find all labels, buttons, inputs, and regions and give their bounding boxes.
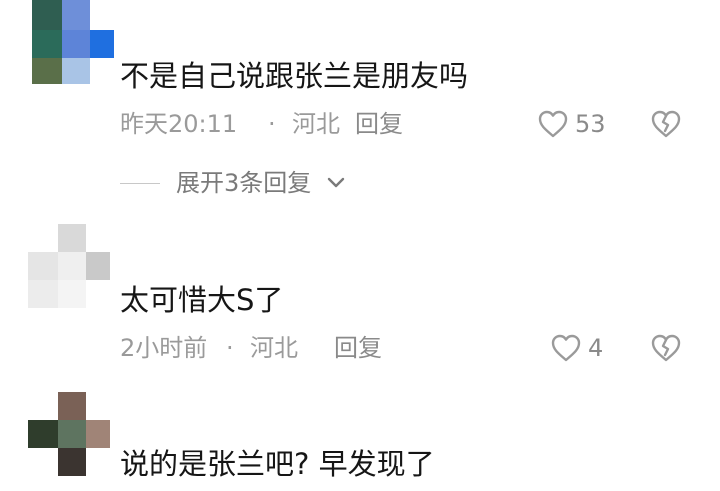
- like-count: 53: [575, 110, 606, 138]
- avatar-tile: [90, 0, 114, 30]
- avatar-tile: [62, 30, 90, 58]
- avatar-tile: [28, 252, 58, 280]
- avatar-tile: [32, 0, 62, 30]
- avatar-tile: [58, 280, 86, 308]
- avatar-tile: [28, 392, 58, 420]
- comment-location: 河北: [250, 334, 298, 362]
- avatar-tile: [86, 448, 110, 476]
- avatar-tile: [58, 420, 86, 448]
- avatar[interactable]: [32, 0, 114, 84]
- meta-separator: ·: [268, 110, 276, 138]
- like-count: 4: [588, 334, 604, 362]
- avatar-tile: [32, 30, 62, 58]
- avatar-tile: [62, 58, 90, 84]
- comment-location: 河北: [292, 110, 340, 138]
- avatar-tile: [86, 280, 110, 308]
- divider-line: [120, 183, 160, 184]
- dislike-button[interactable]: [650, 331, 684, 365]
- avatar-tile: [58, 392, 86, 420]
- heart-outline-icon: [551, 334, 581, 362]
- avatar-tile: [86, 392, 110, 420]
- avatar-tile: [32, 58, 62, 84]
- comment-text: 不是自己说跟张兰是朋友吗: [120, 59, 469, 93]
- avatar-tile: [28, 280, 58, 308]
- avatar-tile: [28, 224, 58, 252]
- comment-time: 2小时前: [120, 334, 208, 362]
- avatar-tile: [62, 0, 90, 30]
- comment-time: 昨天20:11: [120, 110, 238, 138]
- comment-meta: 昨天20:11 · 河北: [120, 107, 340, 141]
- avatar-tile: [86, 252, 110, 280]
- avatar[interactable]: [28, 224, 110, 308]
- chevron-down-icon: [327, 177, 345, 188]
- broken-heart-icon: [651, 110, 681, 138]
- comment-text: 说的是张兰吧? 早发现了: [120, 447, 435, 481]
- comment-meta: 2小时前 · 河北: [120, 331, 320, 365]
- comment-text: 太可惜大S了: [120, 283, 284, 317]
- avatar-tile: [58, 448, 86, 476]
- heart-outline-icon: [538, 110, 568, 138]
- avatar-tile: [86, 420, 110, 448]
- avatar-tile: [58, 224, 86, 252]
- dislike-button[interactable]: [650, 107, 684, 141]
- meta-separator: ·: [226, 334, 234, 362]
- expand-replies-label: 展开3条回复: [176, 169, 312, 197]
- avatar-tile: [90, 58, 114, 84]
- like-button[interactable]: 53: [537, 107, 617, 141]
- reply-button[interactable]: 回复: [334, 331, 382, 365]
- avatar-tile: [90, 30, 114, 58]
- broken-heart-icon: [651, 334, 681, 362]
- avatar-tile: [58, 252, 86, 280]
- like-button[interactable]: 4: [550, 331, 610, 365]
- avatar[interactable]: [28, 392, 110, 476]
- avatar-tile: [86, 224, 110, 252]
- reply-button[interactable]: 回复: [355, 107, 403, 141]
- avatar-tile: [28, 448, 58, 476]
- avatar-tile: [28, 420, 58, 448]
